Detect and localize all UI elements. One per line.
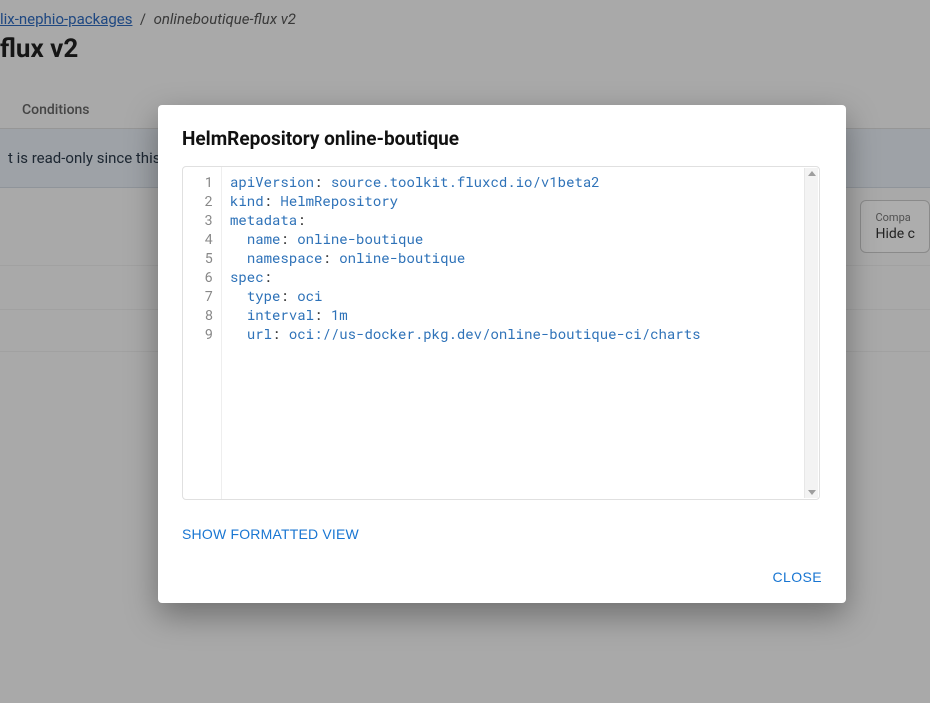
modal-actions-left: SHOW FORMATTED VIEW xyxy=(158,500,846,551)
modal-actions-right: CLOSE xyxy=(158,551,846,585)
scrollbar-vertical[interactable] xyxy=(804,168,818,498)
close-button[interactable]: CLOSE xyxy=(773,569,822,585)
show-formatted-view-button[interactable]: SHOW FORMATTED VIEW xyxy=(182,526,359,542)
modal-title: HelmRepository online-boutique xyxy=(158,105,846,166)
line-gutter: 123456789 xyxy=(183,167,221,499)
resource-modal: HelmRepository online-boutique 123456789… xyxy=(158,105,846,603)
yaml-code[interactable]: apiVersion: source.toolkit.fluxcd.io/v1b… xyxy=(221,167,819,499)
yaml-editor[interactable]: 123456789 apiVersion: source.toolkit.flu… xyxy=(182,166,820,500)
